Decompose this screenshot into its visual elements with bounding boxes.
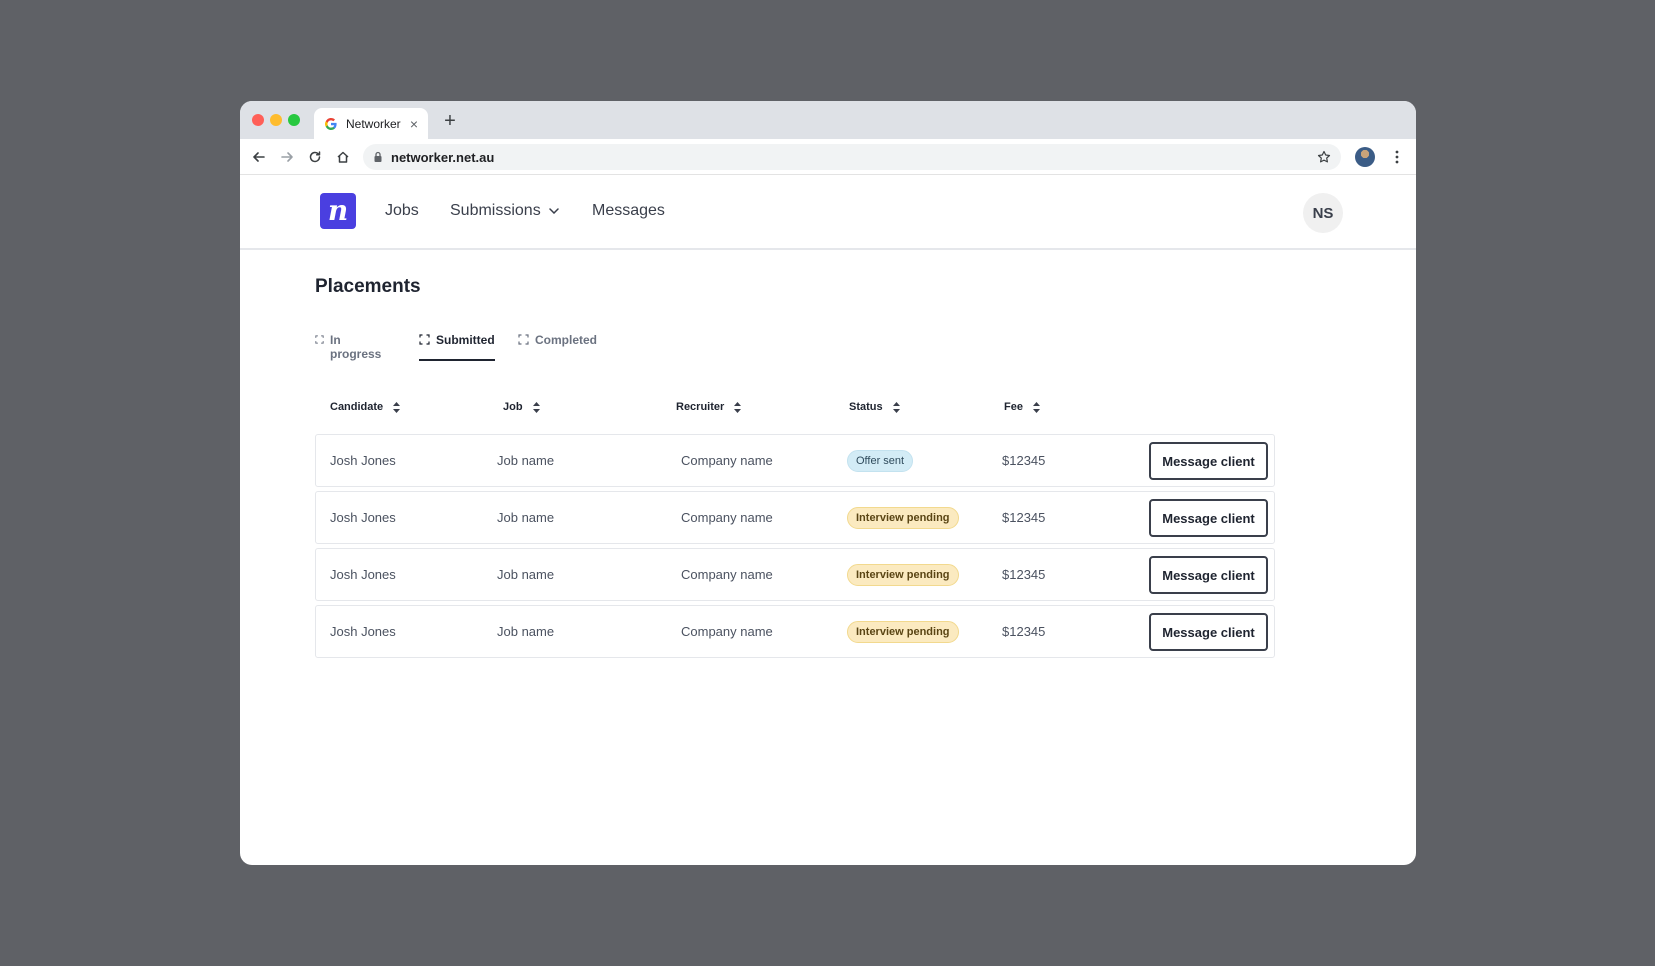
sort-icon[interactable] (892, 401, 900, 413)
nav-messages[interactable]: Messages (592, 202, 665, 220)
column-label: Candidate (330, 401, 384, 413)
recruiter-name: Company name (681, 510, 773, 525)
message-client-button[interactable]: Message client (1149, 556, 1268, 594)
close-window-button[interactable] (252, 114, 264, 126)
home-icon[interactable] (334, 148, 352, 166)
user-avatar[interactable]: NS (1303, 193, 1343, 233)
table-header: Candidate Job Recruiter Status Fee (315, 401, 1275, 421)
tab-label: Completed (535, 333, 598, 347)
nav-submissions-label: Submissions (450, 202, 541, 219)
status-badge: Interview pending (847, 620, 959, 643)
browser-window: Networker × + networker.net.au n Jobs Su… (240, 101, 1416, 865)
nav-submissions[interactable]: Submissions (450, 202, 559, 220)
expand-icon (419, 334, 430, 345)
tab-label: In progress (329, 333, 382, 361)
sort-icon[interactable] (1032, 401, 1040, 413)
column-label: Status (849, 401, 883, 413)
column-header-fee[interactable]: Fee (1004, 401, 1040, 413)
recruiter-name: Company name (681, 567, 773, 582)
close-tab-icon[interactable]: × (410, 117, 418, 131)
forward-arrow-icon[interactable] (278, 148, 296, 166)
message-client-button[interactable]: Message client (1149, 499, 1268, 537)
bookmark-star-icon[interactable] (1317, 150, 1331, 164)
candidate-name: Josh Jones (330, 453, 396, 468)
column-label: Fee (1004, 401, 1023, 413)
tab-title: Networker (346, 116, 401, 131)
nav-jobs-label: Jobs (385, 202, 419, 219)
browser-toolbar: networker.net.au (240, 139, 1416, 175)
job-name: Job name (497, 567, 555, 582)
app-header: n Jobs Submissions Messages NS (240, 175, 1416, 250)
sort-icon[interactable] (393, 401, 401, 413)
candidate-name: Josh Jones (330, 567, 396, 582)
page-title: Placements (315, 276, 421, 297)
reload-icon[interactable] (306, 148, 324, 166)
fee-amount: $12345 (1002, 567, 1046, 582)
job-name: Job name (497, 510, 555, 525)
back-arrow-icon[interactable] (250, 148, 268, 166)
fee-amount: $12345 (1002, 510, 1046, 525)
sort-icon[interactable] (532, 401, 540, 413)
status-badge: Interview pending (847, 563, 959, 586)
more-menu-icon[interactable] (1388, 148, 1406, 166)
sort-icon[interactable] (734, 401, 742, 413)
table-row: Josh Jones Job name Company name Intervi… (315, 548, 1275, 601)
recruiter-name: Company name (681, 624, 773, 639)
maximize-window-button[interactable] (288, 114, 300, 126)
fee-amount: $12345 (1002, 453, 1046, 468)
tab-label: Submitted (436, 333, 495, 347)
message-client-button[interactable]: Message client (1149, 442, 1268, 480)
table-row: Josh Jones Job name Company name Intervi… (315, 491, 1275, 544)
tab-submitted[interactable]: Submitted (419, 333, 495, 361)
candidate-name: Josh Jones (330, 624, 396, 639)
message-client-button[interactable]: Message client (1149, 613, 1268, 651)
column-header-status[interactable]: Status (849, 401, 900, 413)
networker-logo[interactable]: n (320, 193, 356, 229)
nav-messages-label: Messages (592, 202, 665, 219)
nav-jobs[interactable]: Jobs (385, 202, 419, 220)
status-badge: Offer sent (847, 449, 914, 472)
expand-icon (518, 334, 529, 345)
url-text: networker.net.au (391, 149, 495, 165)
status-badge: Interview pending (847, 506, 959, 529)
job-name: Job name (497, 453, 555, 468)
column-label: Job (503, 401, 523, 413)
tab-in-progress[interactable]: In progress (315, 333, 383, 361)
table-row: Josh Jones Job name Company name Intervi… (315, 605, 1275, 658)
tab-completed[interactable]: Completed (518, 333, 597, 361)
recruiter-name: Company name (681, 453, 773, 468)
profile-avatar[interactable] (1355, 147, 1375, 167)
candidate-name: Josh Jones (330, 510, 396, 525)
google-icon (324, 117, 338, 131)
browser-tab[interactable]: Networker × (314, 108, 428, 139)
fee-amount: $12345 (1002, 624, 1046, 639)
column-header-candidate[interactable]: Candidate (330, 401, 401, 413)
address-bar[interactable]: networker.net.au (363, 144, 1341, 170)
new-tab-button[interactable]: + (440, 111, 460, 131)
column-label: Recruiter (676, 401, 725, 413)
expand-icon (315, 335, 324, 344)
chevron-down-icon (548, 208, 559, 214)
minimize-window-button[interactable] (270, 114, 282, 126)
job-name: Job name (497, 624, 555, 639)
column-header-job[interactable]: Job (503, 401, 540, 413)
lock-icon (373, 151, 383, 163)
tab-strip: Networker × + (240, 101, 1416, 139)
table-row: Josh Jones Job name Company name Offer s… (315, 434, 1275, 487)
column-header-recruiter[interactable]: Recruiter (676, 401, 742, 413)
